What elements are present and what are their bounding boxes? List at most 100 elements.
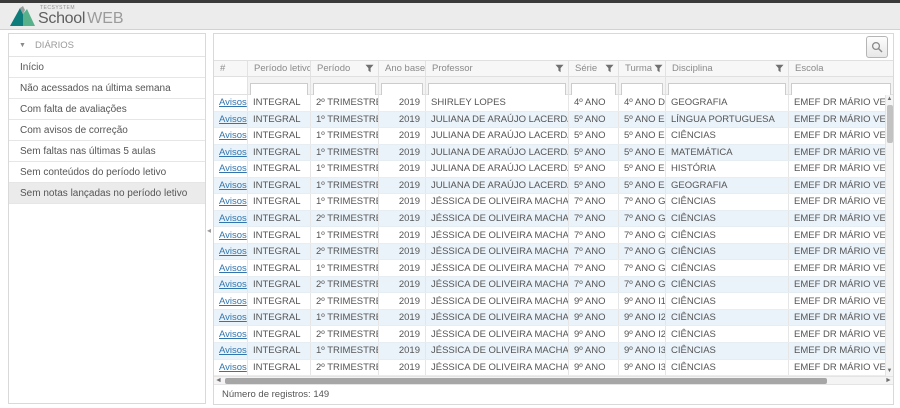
table-cell: 1º TRIMESTRE	[311, 310, 379, 326]
filter-input[interactable]	[313, 83, 376, 96]
table-row: AvisosINTEGRAL1º TRIMESTRE2019JULIANA DE…	[214, 112, 885, 129]
horizontal-scroll-thumb[interactable]	[225, 378, 827, 384]
filter-input[interactable]	[571, 83, 616, 96]
avisos-link[interactable]: Avisos	[219, 312, 247, 323]
table-cell: 2º TRIMESTRE	[311, 277, 379, 293]
table-row: AvisosINTEGRAL1º TRIMESTRE2019JÉSSICA DE…	[214, 194, 885, 211]
column-header-label: Escola	[795, 63, 824, 74]
avisos-link[interactable]: Avisos	[219, 263, 247, 274]
avisos-link[interactable]: Avisos	[219, 114, 247, 125]
avisos-link[interactable]: Avisos	[219, 230, 247, 241]
avisos-link[interactable]: Avisos	[219, 213, 247, 224]
table-cell: EMEF DR MÁRIO VELLO SILVARES	[789, 95, 885, 111]
scroll-left-icon[interactable]: ◄	[214, 376, 223, 385]
table-cell: 2019	[379, 227, 426, 243]
table-cell: 7º ANO G1	[619, 194, 666, 210]
avisos-cell: Avisos	[214, 277, 248, 293]
avisos-link[interactable]: Avisos	[219, 147, 247, 158]
avisos-link[interactable]: Avisos	[219, 246, 247, 257]
filter-funnel-icon[interactable]	[365, 64, 374, 73]
filter-funnel-icon[interactable]	[605, 64, 614, 73]
filter-input[interactable]	[791, 83, 891, 96]
avisos-link[interactable]: Avisos	[219, 329, 247, 340]
avisos-link[interactable]: Avisos	[219, 130, 247, 141]
table-cell: 7º ANO	[569, 244, 619, 260]
column-header[interactable]: Série	[569, 61, 619, 76]
table-cell: CIÊNCIAS	[666, 277, 789, 293]
vertical-scrollbar[interactable]: ▲ ▼	[885, 95, 893, 376]
avisos-cell: Avisos	[214, 343, 248, 359]
sidebar-item[interactable]: Sem conteúdos do período letivo	[9, 162, 205, 183]
table-cell: GEOGRAFIA	[666, 95, 789, 111]
column-header[interactable]: #	[214, 61, 248, 76]
avisos-link[interactable]: Avisos	[219, 163, 247, 174]
filter-input[interactable]	[668, 83, 786, 96]
sidebar-header[interactable]: ▼ DIÁRIOS	[9, 34, 205, 57]
sidebar-item[interactable]: Com falta de avaliações	[9, 99, 205, 120]
scroll-down-icon[interactable]: ▼	[887, 367, 893, 376]
table-cell: CIÊNCIAS	[666, 343, 789, 359]
vertical-scroll-track[interactable]	[886, 104, 893, 367]
filter-funnel-icon[interactable]	[775, 64, 784, 73]
sidebar-item[interactable]: Sem faltas nas últimas 5 aulas	[9, 141, 205, 162]
search-button[interactable]	[866, 36, 888, 58]
table-cell: 2019	[379, 260, 426, 276]
filter-cell	[666, 77, 789, 94]
column-header[interactable]: Disciplina	[666, 61, 789, 76]
table-cell: EMEF DR MÁRIO VELLO SILVARES	[789, 128, 885, 144]
sidebar-item[interactable]: Sem notas lançadas no período letivo	[9, 183, 205, 204]
avisos-link[interactable]: Avisos	[219, 362, 247, 373]
column-header[interactable]: Período letivo	[248, 61, 311, 76]
table-cell: INTEGRAL	[248, 95, 311, 111]
filter-cell	[379, 77, 426, 94]
table-cell: CIÊNCIAS	[666, 326, 789, 342]
column-header-label: Série	[575, 63, 597, 74]
table-cell: 2019	[379, 112, 426, 128]
table-cell: EMEF DR MÁRIO VELLO SILVARES	[789, 326, 885, 342]
filter-funnel-icon[interactable]	[654, 64, 663, 73]
sidebar-item[interactable]: Início	[9, 57, 205, 78]
chevron-down-icon: ▼	[19, 42, 26, 49]
avisos-link[interactable]: Avisos	[219, 97, 247, 108]
filter-input[interactable]	[621, 83, 663, 96]
table-cell: INTEGRAL	[248, 277, 311, 293]
vertical-scroll-thumb[interactable]	[887, 105, 893, 143]
table-cell: 2019	[379, 244, 426, 260]
sidebar-item[interactable]: Com avisos de correção	[9, 120, 205, 141]
horizontal-scrollbar[interactable]: ◄ ►	[214, 376, 893, 385]
sidebar-item[interactable]: Não acessados na última semana	[9, 78, 205, 99]
scroll-right-icon[interactable]: ►	[884, 376, 893, 385]
main-panel: #Período letivoPeríodo Ano baseProfessor S…	[213, 33, 894, 405]
filter-input[interactable]	[250, 83, 308, 96]
avisos-link[interactable]: Avisos	[219, 345, 247, 356]
filter-input[interactable]	[381, 83, 423, 96]
avisos-link[interactable]: Avisos	[219, 296, 247, 307]
table-cell: CIÊNCIAS	[666, 310, 789, 326]
table-cell: 2º TRIMESTRE	[311, 326, 379, 342]
table-cell: EMEF DR MÁRIO VELLO SILVARES	[789, 260, 885, 276]
column-header[interactable]: Período	[311, 61, 379, 76]
filter-cell	[619, 77, 666, 94]
avisos-cell: Avisos	[214, 161, 248, 177]
table-cell: CIÊNCIAS	[666, 211, 789, 227]
column-header[interactable]: Escola	[789, 61, 893, 76]
scroll-up-icon[interactable]: ▲	[887, 95, 893, 104]
column-header[interactable]: Turma	[619, 61, 666, 76]
table-cell: JÉSSICA DE OLIVEIRA MACHADO CATRINCK	[426, 293, 569, 309]
filter-funnel-icon[interactable]	[555, 64, 564, 73]
column-header-label: Ano base	[385, 63, 425, 74]
table-cell: EMEF DR MÁRIO VELLO SILVARES	[789, 277, 885, 293]
table-row: AvisosINTEGRAL1º TRIMESTRE2019JULIANA DE…	[214, 178, 885, 195]
avisos-link[interactable]: Avisos	[219, 180, 247, 191]
horizontal-scroll-track[interactable]	[223, 377, 884, 384]
table-cell: 7º ANO G1	[619, 211, 666, 227]
avisos-link[interactable]: Avisos	[219, 279, 247, 290]
avisos-link[interactable]: Avisos	[219, 196, 247, 207]
table-cell: INTEGRAL	[248, 343, 311, 359]
filter-input[interactable]	[428, 83, 566, 96]
table-cell: INTEGRAL	[248, 310, 311, 326]
panel-collapse-arrow[interactable]: ◂	[207, 226, 211, 235]
table-cell: 7º ANO G2	[619, 244, 666, 260]
column-header[interactable]: Professor	[426, 61, 569, 76]
column-header[interactable]: Ano base	[379, 61, 426, 76]
